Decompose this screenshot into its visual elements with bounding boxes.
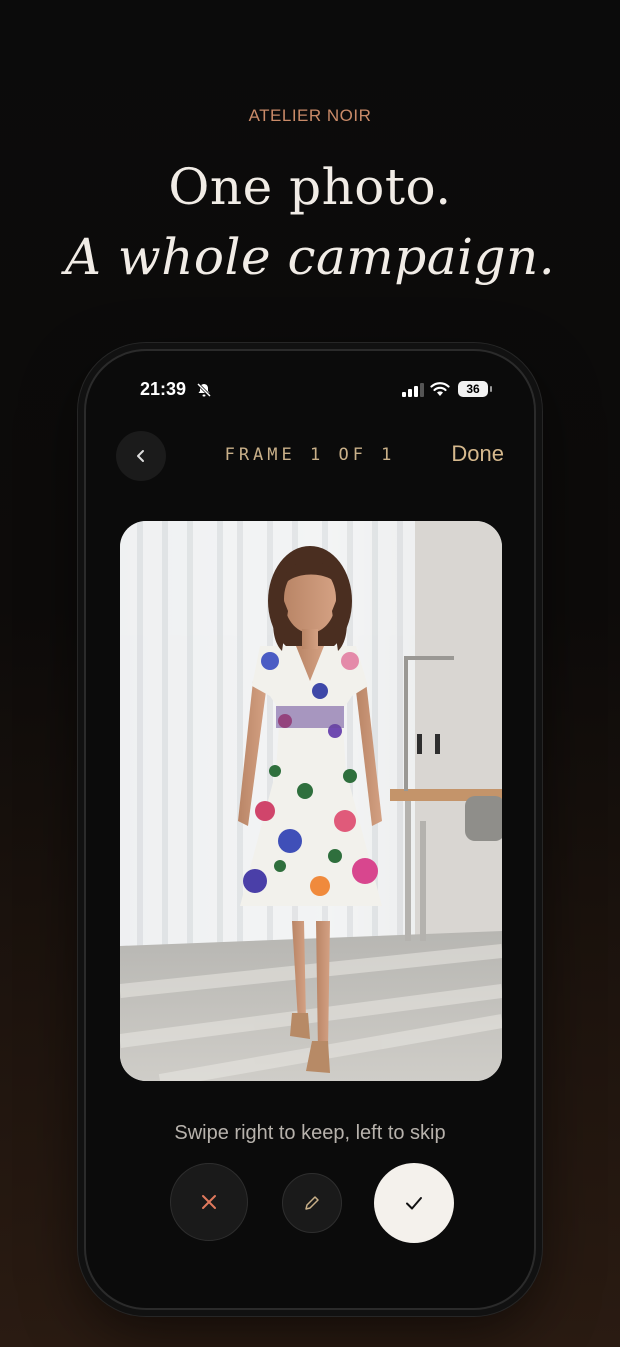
status-time: 21:39 [140,379,187,399]
bell-slash-icon [196,382,212,398]
pencil-icon [305,1196,319,1210]
close-icon [202,1195,216,1209]
campaign-photo[interactable] [120,521,502,1081]
headline-line-2: A whole campaign. [64,228,556,286]
phone-frame: 21:39 36 FRAME 1 OF 1 Done Swipe right t… [84,349,536,1310]
brand-name: ATELIER NOIR [248,106,372,125]
headline-line-1: One photo. [168,158,452,216]
done-button[interactable]: Done [451,441,504,467]
skip-button[interactable] [170,1163,248,1241]
swipe-hint: Swipe right to keep, left to skip [174,1122,446,1144]
wifi-icon [430,382,450,396]
keep-button[interactable] [374,1163,454,1243]
battery-icon: 36 [458,381,492,397]
edit-button[interactable] [282,1173,342,1233]
photo-image [120,521,502,1081]
check-icon [406,1197,422,1210]
signal-icon [402,383,424,397]
